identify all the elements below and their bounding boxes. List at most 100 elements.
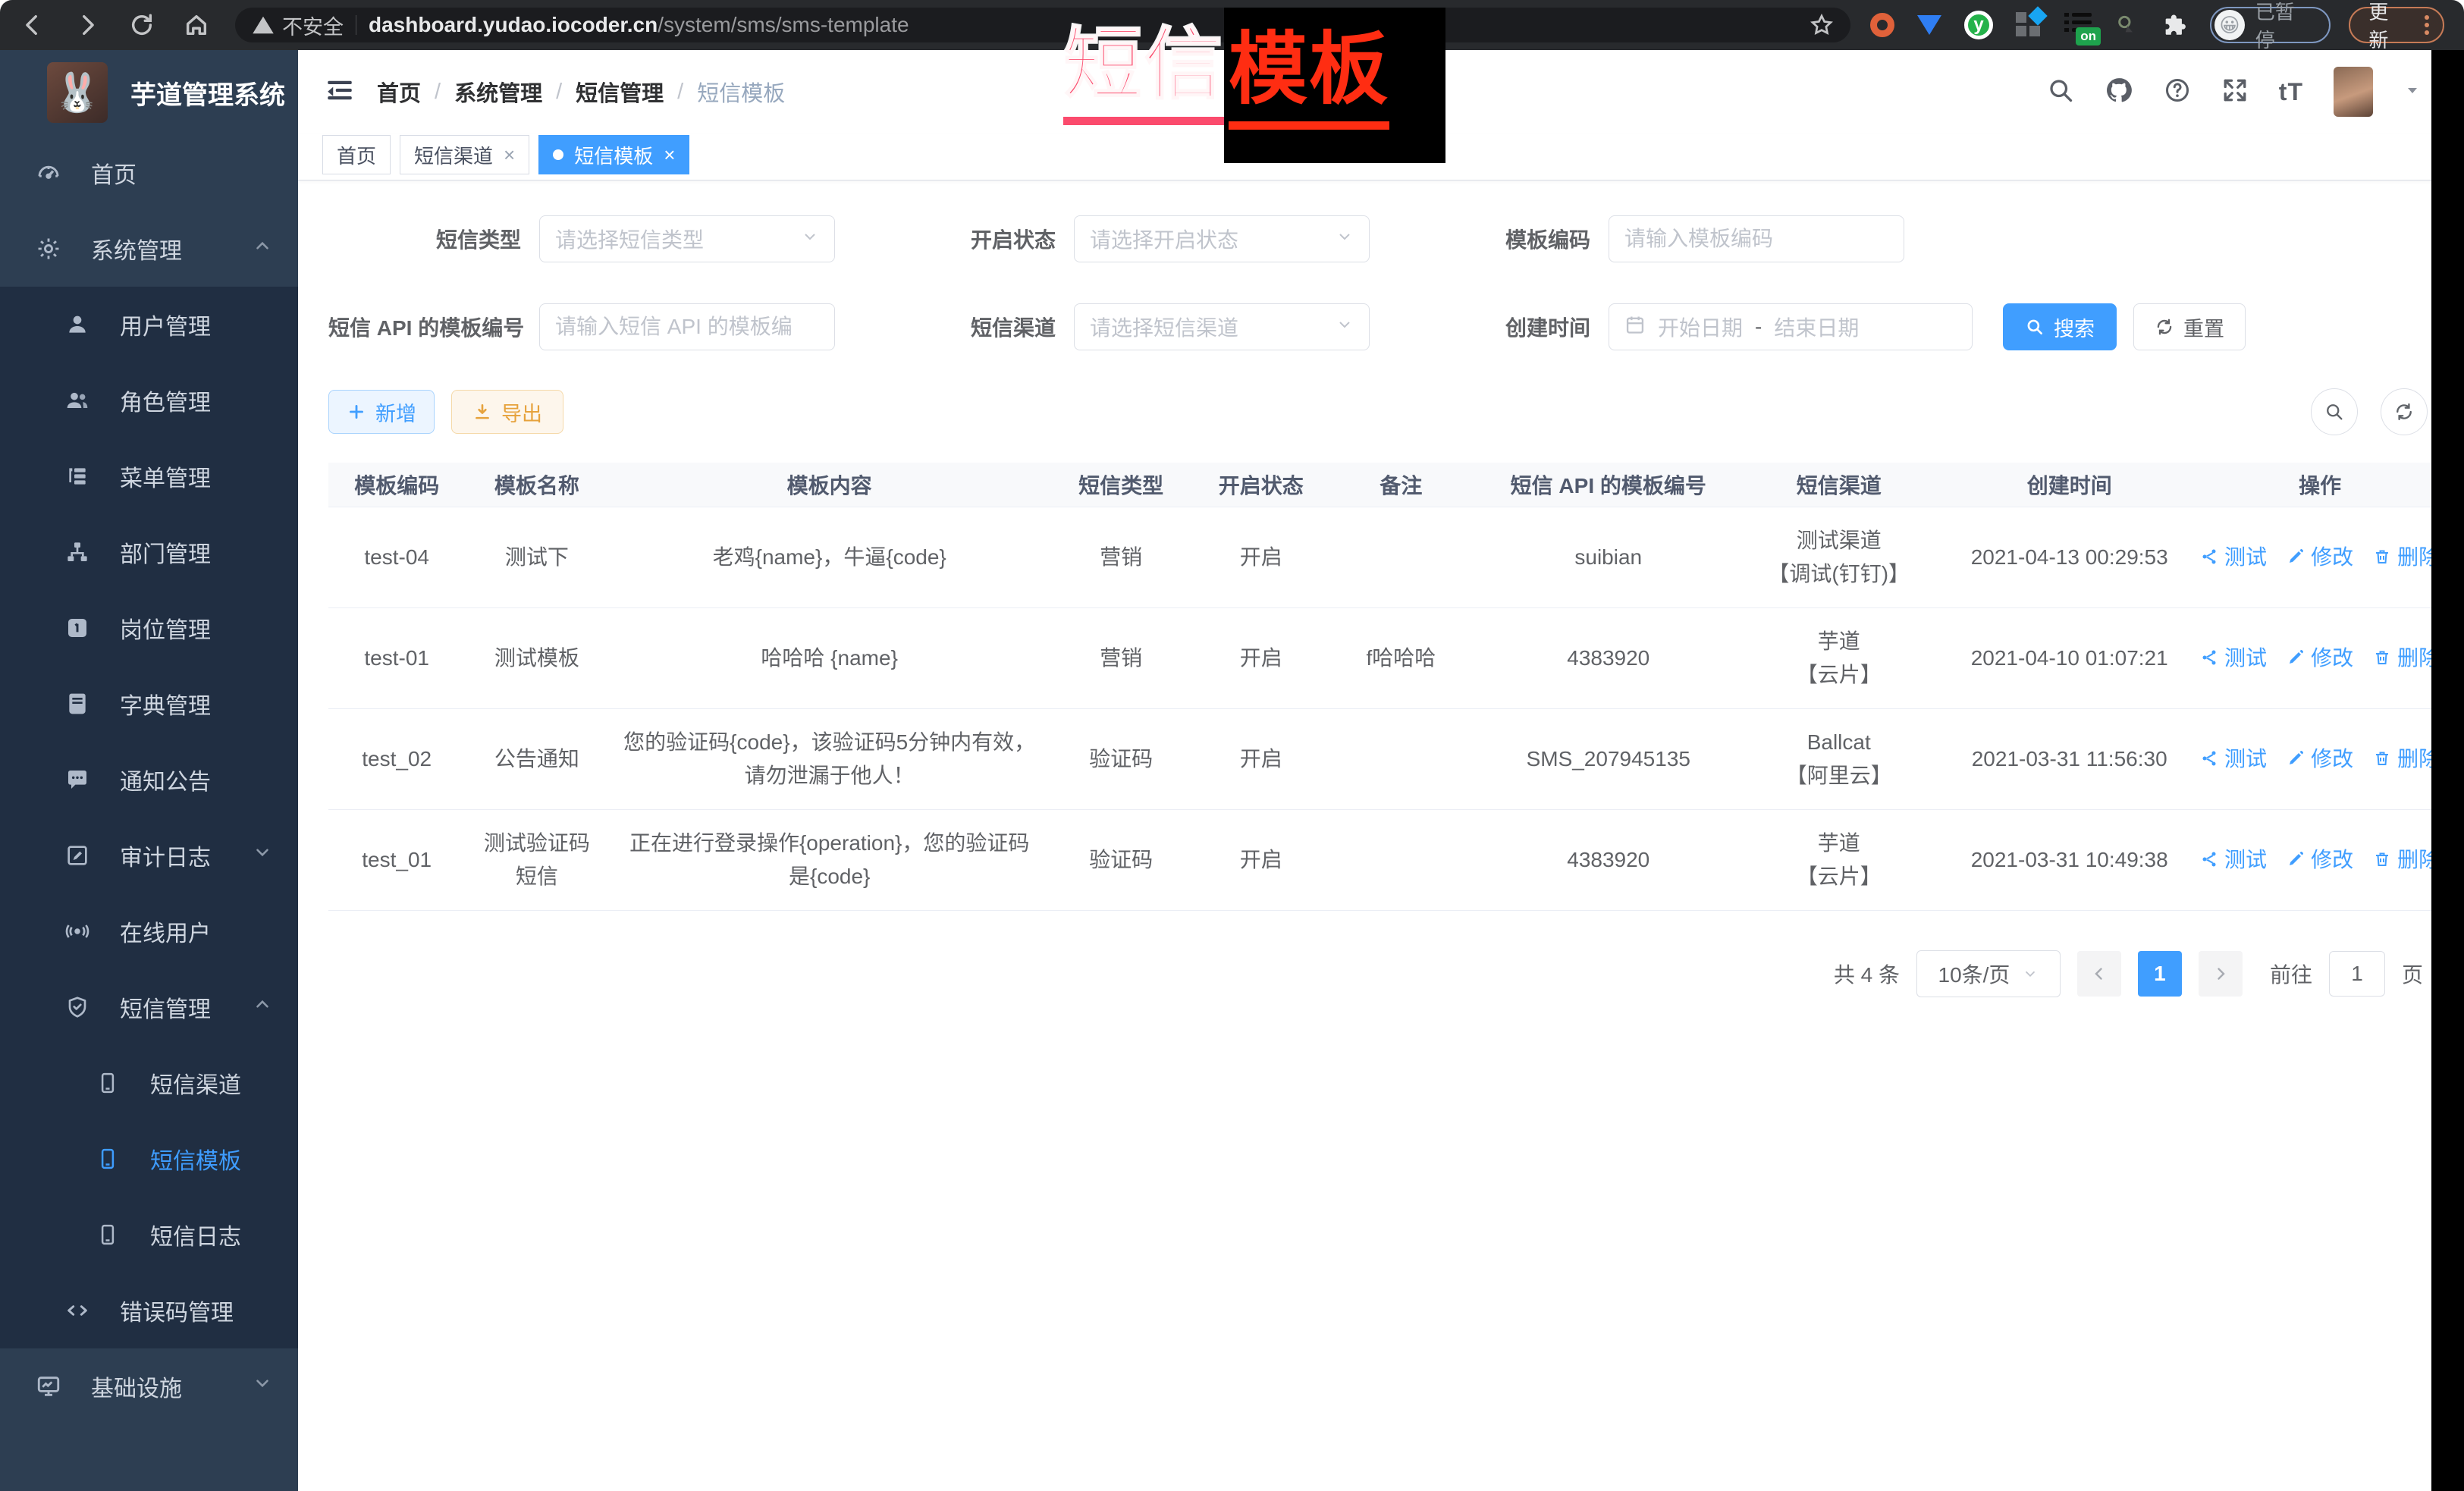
- breadcrumb-sms[interactable]: 短信管理: [576, 76, 664, 108]
- pagination: 共 4 条 10条/页 1 前往 页: [328, 950, 2434, 997]
- browser-profile-chip[interactable]: 😀 已暂停: [2210, 7, 2331, 43]
- table-toolbar: 新增 导出: [328, 388, 2434, 435]
- security-label: 不安全: [282, 11, 344, 40]
- template-code-label: 模板编码: [1398, 224, 1609, 254]
- sidebar-item-sms-channel[interactable]: 短信渠道: [0, 1045, 298, 1121]
- extension-donut-icon[interactable]: [1870, 13, 1894, 37]
- github-icon[interactable]: [2105, 76, 2133, 108]
- test-link[interactable]: 测试: [2200, 742, 2267, 775]
- collapse-sidebar-icon[interactable]: [324, 74, 356, 110]
- breadcrumb-current: 短信模板: [697, 76, 785, 108]
- help-icon[interactable]: [2164, 77, 2191, 108]
- extension-grid-icon[interactable]: [2016, 12, 2042, 38]
- sidebar-item-home[interactable]: 首页: [0, 135, 298, 211]
- monitor-icon: [33, 1373, 64, 1399]
- table-row: test_02 公告通知 您的验证码{code}，该验证码5分钟内有效，请勿泄漏…: [328, 708, 2434, 809]
- sidebar-item-menus[interactable]: 菜单管理: [0, 438, 298, 514]
- user-avatar[interactable]: [2334, 67, 2373, 117]
- chevron-up-icon: [253, 994, 272, 1020]
- sms-channel-label: 短信渠道: [863, 312, 1074, 342]
- reset-button[interactable]: 重置: [2133, 303, 2246, 350]
- tab-sms-template[interactable]: 短信模板×: [538, 135, 689, 174]
- book-icon: [62, 692, 93, 716]
- bookmark-star-icon[interactable]: [1810, 13, 1834, 37]
- overlay-part2-box: 模板: [1224, 8, 1445, 163]
- sidebar-item-system[interactable]: 系统管理: [0, 211, 298, 287]
- edit-link[interactable]: 修改: [2287, 843, 2353, 876]
- sidebar-item-error-codes[interactable]: 错误码管理: [0, 1273, 298, 1348]
- header-search-icon[interactable]: [2047, 77, 2074, 108]
- page-size-select[interactable]: 10条/页: [1916, 950, 2061, 997]
- edit-link[interactable]: 修改: [2287, 742, 2353, 775]
- page-unit-label: 页: [2402, 959, 2423, 989]
- add-button[interactable]: 新增: [328, 390, 435, 434]
- delete-link[interactable]: 删除: [2373, 843, 2440, 876]
- address-bar[interactable]: 不安全 dashboard.yudao.iocoder.cn/system/sm…: [235, 8, 1850, 42]
- status-select[interactable]: 请选择开启状态: [1074, 215, 1370, 262]
- delete-link[interactable]: 删除: [2373, 742, 2440, 775]
- extension-list-icon[interactable]: on: [2064, 12, 2092, 38]
- app-logo[interactable]: 🐰 芋道管理系统: [0, 50, 298, 135]
- goto-page-input[interactable]: [2329, 951, 2385, 997]
- sidebar-item-online-users[interactable]: 在线用户: [0, 893, 298, 969]
- browser-home-icon[interactable]: [184, 12, 209, 38]
- next-page-button[interactable]: [2199, 951, 2243, 997]
- browser-menu-icon[interactable]: [2425, 15, 2429, 35]
- sidebar-item-infra[interactable]: 基础设施: [0, 1348, 298, 1424]
- close-icon[interactable]: ×: [504, 143, 515, 167]
- edit-link[interactable]: 修改: [2287, 642, 2353, 674]
- sidebar-item-dict[interactable]: 字典管理: [0, 666, 298, 742]
- tab-sms-channel[interactable]: 短信渠道×: [400, 135, 529, 174]
- sidebar-item-notices[interactable]: 通知公告: [0, 742, 298, 818]
- test-link[interactable]: 测试: [2200, 843, 2267, 876]
- refresh-button[interactable]: [2381, 388, 2428, 435]
- breadcrumb-system[interactable]: 系统管理: [454, 76, 542, 108]
- total-count: 共 4 条: [1834, 959, 1900, 989]
- template-code-input[interactable]: [1624, 227, 1888, 251]
- extensions-puzzle-icon[interactable]: [2161, 12, 2187, 38]
- tab-home[interactable]: 首页: [322, 135, 391, 174]
- extension-y-icon[interactable]: y: [1964, 11, 1993, 39]
- show-search-button[interactable]: [2311, 388, 2358, 435]
- export-button[interactable]: 导出: [451, 390, 563, 434]
- org-chart-icon: [62, 540, 93, 564]
- font-size-icon[interactable]: tT: [2279, 78, 2303, 106]
- breadcrumb-home[interactable]: 首页: [377, 76, 421, 108]
- sidebar-item-sms-template[interactable]: 短信模板: [0, 1121, 298, 1197]
- extension-magnifier-icon[interactable]: [2114, 13, 2139, 37]
- browser-forward-icon[interactable]: [74, 12, 100, 38]
- prev-page-button[interactable]: [2077, 951, 2121, 997]
- sms-channel-select[interactable]: 请选择短信渠道: [1074, 303, 1370, 350]
- api-template-id-input[interactable]: [555, 315, 819, 339]
- sidebar-item-departments[interactable]: 部门管理: [0, 514, 298, 590]
- sidebar-item-roles[interactable]: 角色管理: [0, 363, 298, 438]
- online-users-icon: [62, 919, 93, 943]
- sms-type-select[interactable]: 请选择短信类型: [539, 215, 835, 262]
- browser-back-icon[interactable]: [20, 12, 46, 38]
- browser-reload-icon[interactable]: [129, 12, 155, 38]
- sidebar-item-users[interactable]: 用户管理: [0, 287, 298, 363]
- fullscreen-icon[interactable]: [2221, 77, 2249, 108]
- date-range-picker[interactable]: 开始日期 - 结束日期: [1609, 303, 1973, 350]
- edit-link[interactable]: 修改: [2287, 541, 2353, 573]
- breadcrumb: 首页 / 系统管理 / 短信管理 / 短信模板: [377, 76, 785, 108]
- sidebar-item-audit-log[interactable]: 审计日志: [0, 818, 298, 893]
- delete-link[interactable]: 删除: [2373, 541, 2440, 573]
- test-link[interactable]: 测试: [2200, 541, 2267, 573]
- not-secure-warning[interactable]: 不安全: [252, 11, 344, 40]
- close-icon[interactable]: ×: [664, 143, 675, 167]
- browser-update-button[interactable]: 更新: [2349, 7, 2444, 43]
- mobile-icon: [93, 1072, 123, 1094]
- sidebar-item-sms-log[interactable]: 短信日志: [0, 1197, 298, 1273]
- delete-link[interactable]: 删除: [2373, 642, 2440, 674]
- sidebar-item-posts[interactable]: 岗位管理: [0, 590, 298, 666]
- test-link[interactable]: 测试: [2200, 642, 2267, 674]
- search-button[interactable]: 搜索: [2003, 303, 2117, 350]
- page-number-current[interactable]: 1: [2138, 951, 2182, 997]
- avatar-caret-icon[interactable]: [2403, 81, 2422, 103]
- chevron-up-icon: [253, 236, 272, 262]
- status-label: 开启状态: [863, 224, 1074, 254]
- extension-gem-icon[interactable]: [1917, 15, 1941, 35]
- extension-on-badge: on: [2076, 27, 2101, 46]
- sidebar-item-sms[interactable]: 短信管理: [0, 969, 298, 1045]
